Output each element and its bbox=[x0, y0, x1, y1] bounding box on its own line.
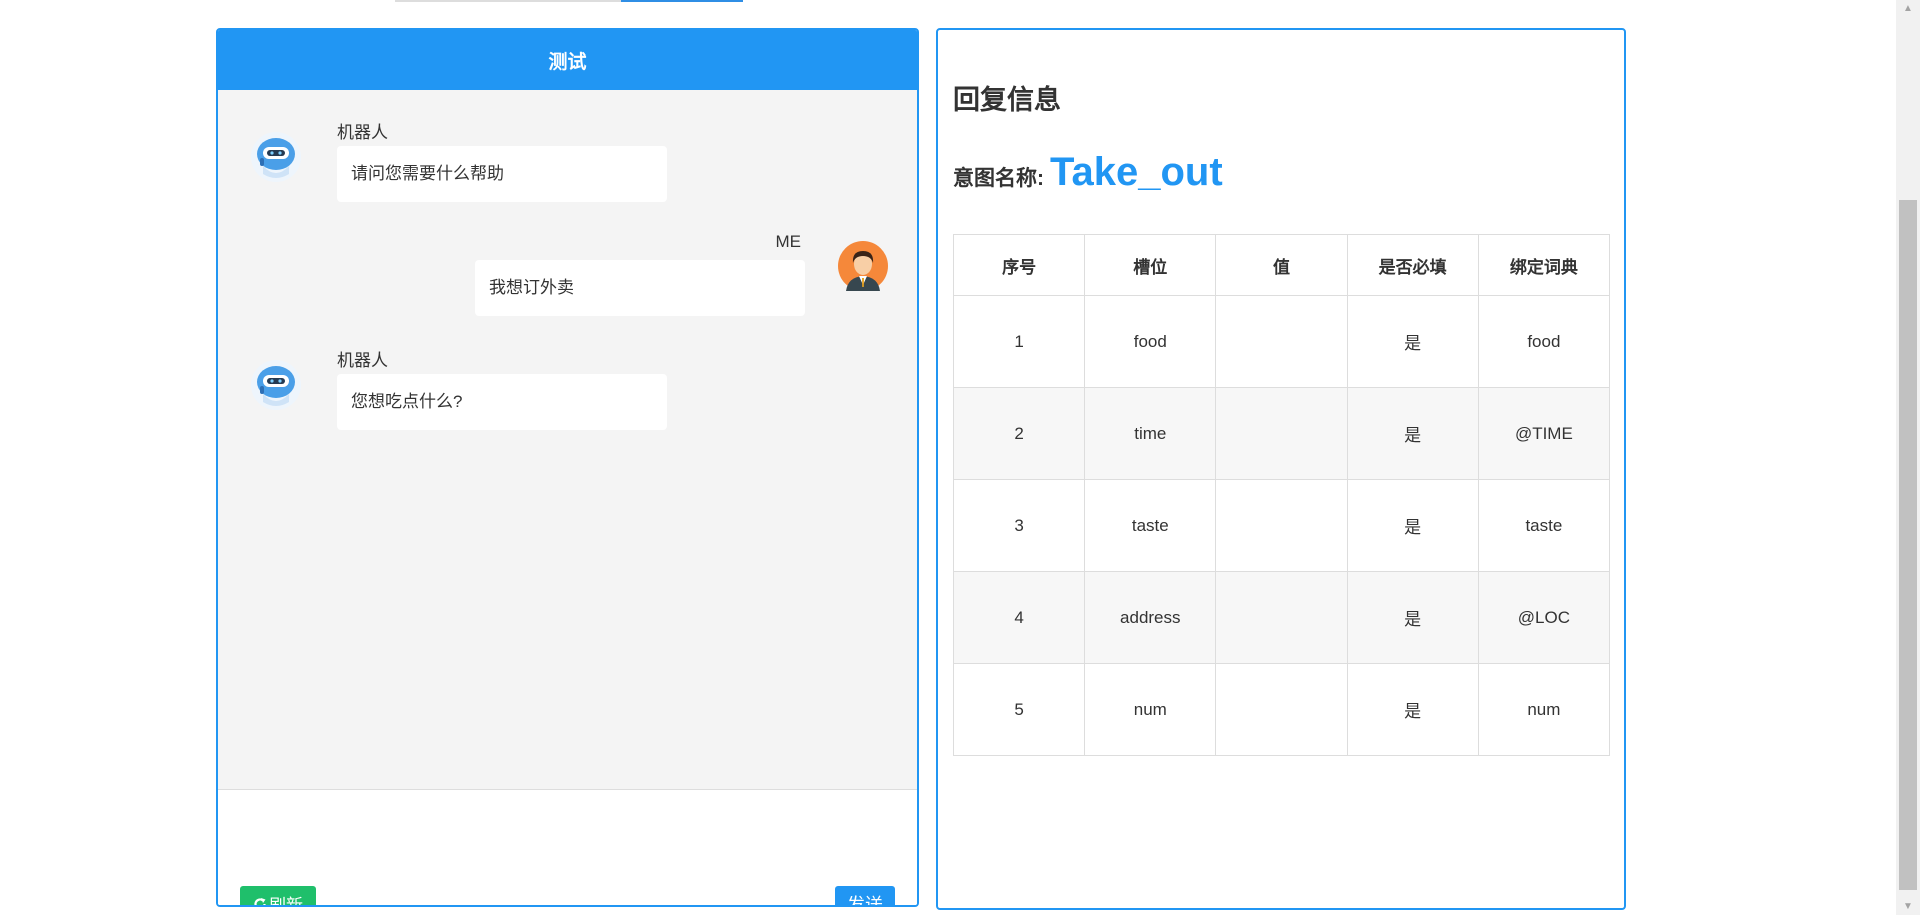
scrollbar-thumb[interactable] bbox=[1899, 200, 1917, 890]
message-bubble: 您想吃点什么? bbox=[337, 374, 667, 430]
table-cell: food bbox=[1477, 295, 1611, 388]
chat-header: 测试 bbox=[218, 30, 917, 90]
table-cell: num bbox=[1084, 663, 1217, 756]
table-cell bbox=[1215, 295, 1348, 388]
chat-message-area[interactable]: 机器人 请问您需要什么帮助 ME 我想订外卖 机器人 您想吃点什么? bbox=[218, 90, 917, 790]
table-cell: food bbox=[1084, 295, 1217, 388]
scroll-down-icon[interactable]: ▼ bbox=[1896, 898, 1920, 915]
reply-title: 回复信息 bbox=[953, 85, 1061, 115]
refresh-label: 刷新 bbox=[269, 896, 303, 907]
table-row: 1 food 是 food bbox=[952, 295, 1611, 388]
user-icon bbox=[838, 241, 888, 291]
table-row: 4 address 是 @LOC bbox=[952, 571, 1611, 664]
table-cell bbox=[1215, 663, 1348, 756]
table-cell: taste bbox=[1477, 479, 1611, 572]
scroll-up-icon[interactable]: ▲ bbox=[1896, 0, 1920, 17]
message-sender: ME bbox=[775, 232, 802, 251]
message-sender: 机器人 bbox=[337, 123, 388, 142]
table-row: 5 num 是 num bbox=[952, 663, 1611, 756]
table-cell: 是 bbox=[1346, 479, 1479, 572]
column-header: 绑定词典 bbox=[1477, 234, 1611, 296]
table-cell: @LOC bbox=[1477, 571, 1611, 664]
robot-icon bbox=[251, 132, 301, 182]
table-cell bbox=[1215, 387, 1348, 480]
intent-label: 意图名称: bbox=[953, 167, 1044, 190]
table-cell: 是 bbox=[1346, 571, 1479, 664]
robot-icon bbox=[251, 360, 301, 410]
refresh-icon bbox=[254, 897, 266, 905]
table-cell: 是 bbox=[1346, 295, 1479, 388]
intent-name: Take_out bbox=[1050, 150, 1223, 194]
table-cell: taste bbox=[1084, 479, 1217, 572]
top-remnant-bar bbox=[395, 0, 743, 2]
refresh-button[interactable]: 刷新 bbox=[240, 886, 316, 907]
message-bubble: 我想订外卖 bbox=[475, 260, 805, 316]
message-sender: 机器人 bbox=[337, 351, 388, 370]
chat-title: 测试 bbox=[548, 51, 587, 73]
table-cell: 3 bbox=[952, 479, 1086, 572]
table-cell: address bbox=[1084, 571, 1217, 664]
table-cell: num bbox=[1477, 663, 1611, 756]
slot-table: 序号 槽位 值 是否必填 绑定词典 1 food 是 food 2 time 是… bbox=[952, 234, 1611, 756]
table-cell: 5 bbox=[952, 663, 1086, 756]
top-remnant-accent bbox=[621, 0, 743, 2]
send-button[interactable]: 发送 bbox=[835, 886, 895, 905]
column-header: 是否必填 bbox=[1346, 234, 1479, 296]
page-scrollbar[interactable]: ▲ ▼ bbox=[1896, 0, 1920, 915]
chat-input-area[interactable]: 刷新 发送 bbox=[218, 790, 917, 905]
table-cell: 是 bbox=[1346, 387, 1479, 480]
message-bubble: 请问您需要什么帮助 bbox=[337, 146, 667, 202]
table-cell: 是 bbox=[1346, 663, 1479, 756]
table-cell: 1 bbox=[952, 295, 1086, 388]
table-cell: time bbox=[1084, 387, 1217, 480]
chat-panel: 测试 机器人 请问您需要什么帮助 ME 我想订外卖 机器人 您想吃点什么? 刷新… bbox=[216, 28, 919, 907]
table-cell: 4 bbox=[952, 571, 1086, 664]
table-cell bbox=[1215, 571, 1348, 664]
table-cell: @TIME bbox=[1477, 387, 1611, 480]
intent-line: 意图名称: Take_out bbox=[953, 150, 1223, 195]
reply-panel: 回复信息 意图名称: Take_out 序号 槽位 值 是否必填 绑定词典 1 … bbox=[936, 28, 1626, 910]
column-header: 序号 bbox=[952, 234, 1086, 296]
table-row: 3 taste 是 taste bbox=[952, 479, 1611, 572]
column-header: 槽位 bbox=[1084, 234, 1217, 296]
table-header-row: 序号 槽位 值 是否必填 绑定词典 bbox=[952, 234, 1611, 296]
column-header: 值 bbox=[1215, 234, 1348, 296]
table-row: 2 time 是 @TIME bbox=[952, 387, 1611, 480]
table-cell: 2 bbox=[952, 387, 1086, 480]
table-cell bbox=[1215, 479, 1348, 572]
